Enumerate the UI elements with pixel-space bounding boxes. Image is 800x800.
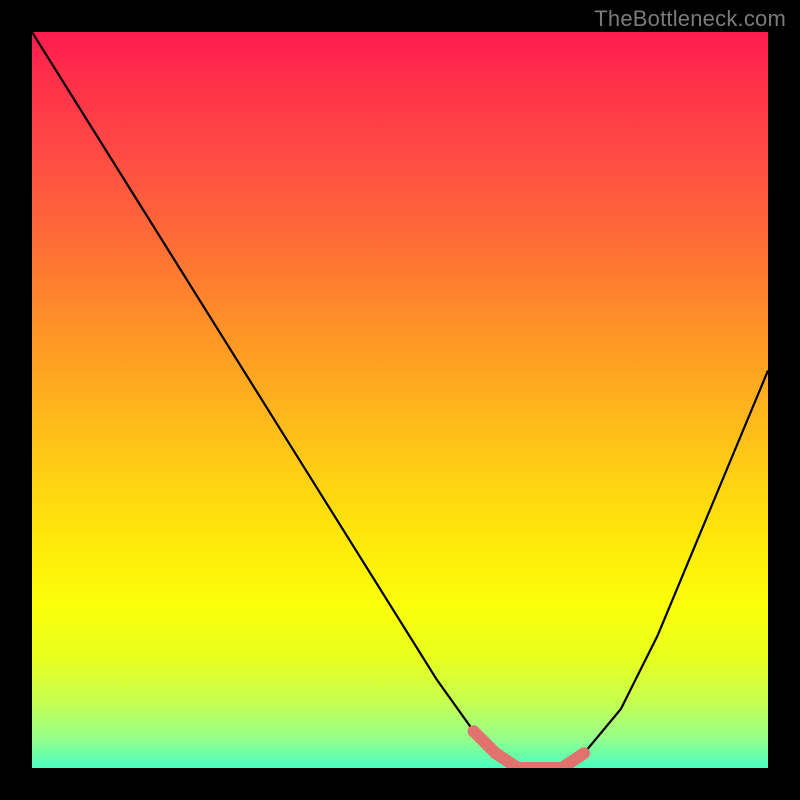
bottleneck-curve [32,32,768,768]
watermark-text: TheBottleneck.com [594,6,786,32]
curve-layer [32,32,768,768]
optimal-range-accent [474,731,584,768]
plot-area [32,32,768,768]
chart-stage: TheBottleneck.com [0,0,800,800]
